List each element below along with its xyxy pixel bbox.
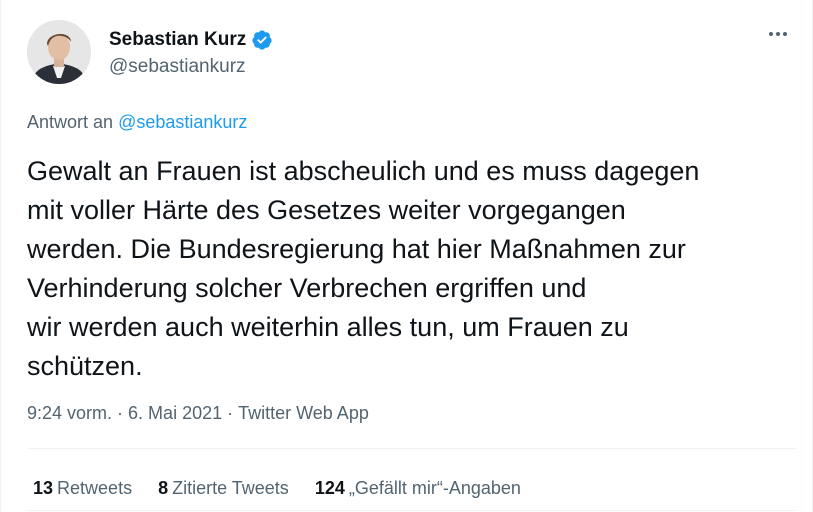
meta-separator: · bbox=[227, 403, 234, 423]
retweets-count: 13 bbox=[33, 478, 54, 498]
tweet-stats: 13 Retweets 8 Zitierte Tweets 124 „Gefällt … bbox=[33, 478, 521, 499]
more-options-icon[interactable] bbox=[764, 24, 792, 44]
tweet-header: Sebastian Kurz @sebastiankurz bbox=[27, 20, 796, 90]
reply-prefix: Antwort an bbox=[27, 112, 114, 132]
author-names: Sebastian Kurz @sebastiankurz bbox=[109, 28, 273, 78]
quote-tweets-label: Zitierte Tweets bbox=[172, 478, 289, 498]
divider bbox=[27, 448, 796, 449]
tweet-text: Gewalt an Frauen ist abscheulich und es … bbox=[27, 156, 700, 381]
tweet-time[interactable]: 9:24 vorm. bbox=[27, 403, 112, 423]
tweet-meta: 9:24 vorm. · 6. Mai 2021 · Twitter Web App bbox=[27, 403, 369, 424]
reply-context: Antwort an @sebastiankurz bbox=[27, 112, 247, 133]
tweet-detail: Sebastian Kurz @sebastiankurz Antwort an… bbox=[0, 0, 813, 512]
quote-tweets-stat[interactable]: 8 Zitierte Tweets bbox=[158, 478, 289, 499]
author-display-name[interactable]: Sebastian Kurz bbox=[109, 29, 246, 51]
verified-badge-icon bbox=[251, 29, 273, 51]
avatar-image bbox=[27, 20, 91, 84]
meta-separator: · bbox=[117, 403, 124, 423]
author-handle[interactable]: @sebastiankurz bbox=[109, 56, 273, 78]
likes-stat[interactable]: 124 „Gefällt mir“-Angaben bbox=[315, 478, 521, 499]
divider bbox=[27, 510, 796, 511]
retweets-label: Retweets bbox=[57, 478, 133, 498]
tweet-source-link[interactable]: Twitter Web App bbox=[238, 403, 369, 423]
retweets-stat[interactable]: 13 Retweets bbox=[33, 478, 132, 499]
likes-label: „Gefällt mir“-Angaben bbox=[348, 478, 521, 498]
likes-count: 124 bbox=[314, 478, 345, 498]
avatar[interactable] bbox=[27, 20, 91, 84]
quote-tweets-count: 8 bbox=[158, 478, 169, 498]
tweet-date[interactable]: 6. Mai 2021 bbox=[128, 403, 222, 423]
reply-to-link[interactable]: @sebastiankurz bbox=[118, 112, 247, 132]
